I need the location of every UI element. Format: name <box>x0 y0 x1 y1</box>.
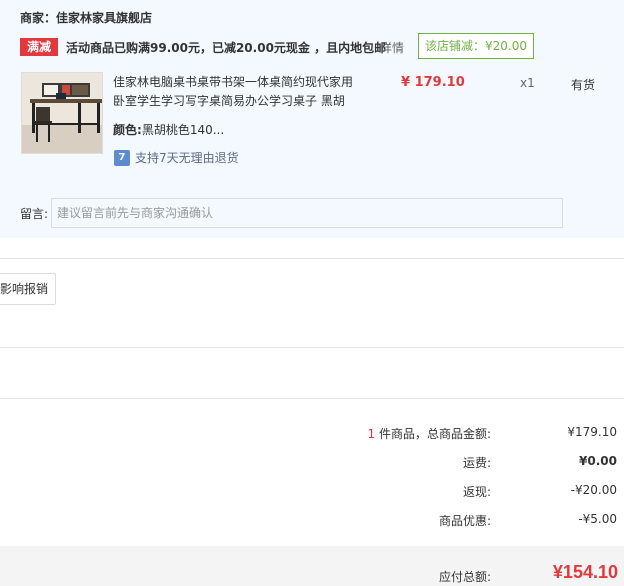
promo-detail-link[interactable]: 详情 <box>380 39 404 56</box>
total-amount: ¥154.10 <box>552 562 618 582</box>
summary-goods-row: 1 件商品，总商品金额: ¥179.10 <box>0 425 618 442</box>
summary-goods-label-text: 件商品，总商品金额: <box>375 427 491 441</box>
return-policy: 7 支持7天无理由退货 <box>114 149 239 166</box>
summary-discount-row: 商品优惠: -¥5.00 <box>0 512 617 528</box>
summary-item-count: 1 <box>367 427 376 441</box>
remark-input[interactable] <box>51 198 563 228</box>
product-quantity: x1 <box>520 76 535 90</box>
summary-discount-value: -¥5.00 <box>578 512 617 526</box>
promo-tag: 满减 <box>20 38 58 56</box>
summary-cashback-value: -¥20.00 <box>570 483 617 497</box>
summary-goods-label: 1 件商品，总商品金额: <box>368 425 492 442</box>
seller-name: 商家：佳家林家具旗舰店 <box>20 11 153 25</box>
shop-order-block: 商家：佳家林家具旗舰店 满减 活动商品已购满99.00元，已减20.00元现金 … <box>0 0 624 238</box>
promo-text: 活动商品已购满99.00元，已减20.00元现金 ，且内地包邮 <box>66 41 387 55</box>
invoice-button[interactable]: 影响报销 <box>0 273 56 305</box>
total-bar: 应付总额: ¥154.10 <box>0 546 624 586</box>
product-title-link[interactable]: 佳家林电脑桌书桌带书架一体桌简约现代家用卧室学生学习写字桌简易办公学习桌子 黑胡 <box>113 73 363 111</box>
summary-cashback-row: 返现: -¥20.00 <box>0 483 617 499</box>
attribute-value: 黑胡桃色140... <box>141 123 225 137</box>
total-label: 应付总额: <box>438 570 491 584</box>
summary-cashback-label: 返现: <box>462 485 491 499</box>
summary-goods-total: ¥179.10 <box>567 425 617 439</box>
attribute-label: 颜色: <box>113 123 142 137</box>
shop-reduce-badge: 该店铺减：¥20.00 <box>418 33 534 59</box>
summary-discount-label: 商品优惠: <box>438 514 491 528</box>
divider <box>0 398 624 399</box>
divider <box>0 347 624 348</box>
summary-shipping-label: 运费: <box>462 456 491 470</box>
promo-row: 满减 活动商品已购满99.00元，已减20.00元现金 ，且内地包邮 详情 该店… <box>20 33 620 59</box>
product-price: ¥ 179.10 <box>401 75 465 90</box>
product-attribute: 颜色:黑胡桃色140... <box>113 121 224 138</box>
return-policy-text[interactable]: 支持7天无理由退货 <box>135 151 239 165</box>
divider <box>0 258 624 259</box>
desk-image-icon <box>22 73 102 153</box>
remark-label: 留言: <box>20 207 49 221</box>
product-image[interactable] <box>21 72 103 154</box>
stock-status: 有货 <box>571 78 596 92</box>
summary-shipping-value: ¥0.00 <box>579 454 617 468</box>
seven-day-return-icon: 7 <box>114 149 130 166</box>
summary-shipping-row: 运费: ¥0.00 <box>0 454 617 470</box>
